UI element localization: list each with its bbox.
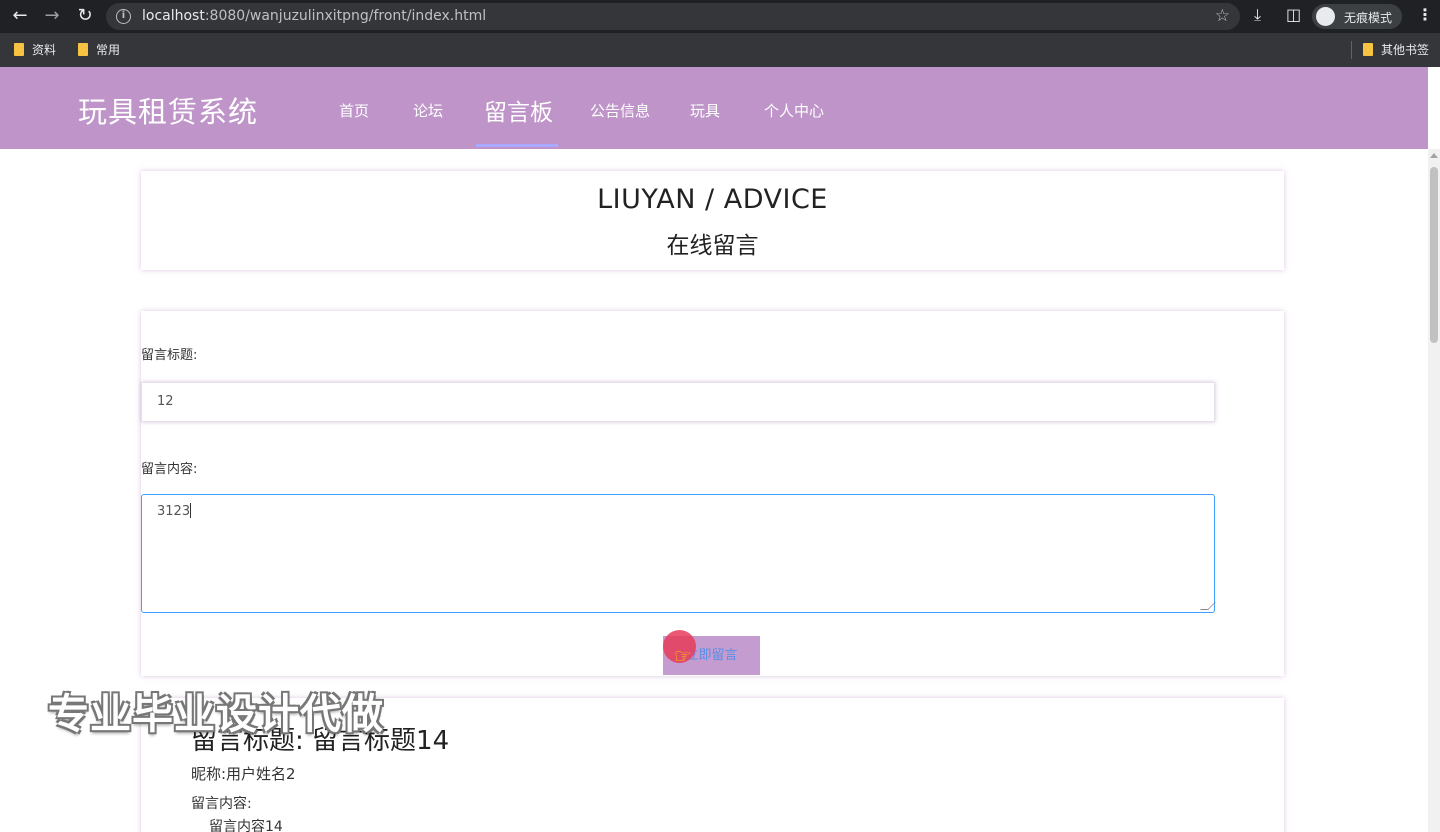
reload-icon[interactable]: ↻ bbox=[73, 4, 97, 28]
nav-home[interactable]: 首页 bbox=[339, 100, 369, 121]
incognito-label: 无痕模式 bbox=[1344, 11, 1393, 25]
nav-profile[interactable]: 个人中心 bbox=[764, 100, 824, 121]
bookmarks-bar: 资料 常用 其他书签 bbox=[0, 33, 1440, 67]
hand-cursor-icon: ☞ bbox=[674, 644, 692, 668]
scroll-thumb[interactable] bbox=[1430, 167, 1438, 343]
watermark-overlay: 专业毕业设计代做 bbox=[48, 690, 384, 738]
page-title-en: LIUYAN / ADVICE bbox=[597, 184, 828, 215]
site-header: 玩具租赁系统 首页 论坛 留言板 公告信息 玩具 个人中心 bbox=[0, 67, 1428, 149]
title-label: 留言标题: bbox=[141, 348, 198, 363]
folder-icon bbox=[78, 43, 88, 56]
incognito-icon bbox=[1316, 7, 1335, 26]
text-caret bbox=[190, 503, 192, 518]
site-logo[interactable]: 玩具租赁系统 bbox=[78, 89, 258, 131]
message-content-label: 留言内容: bbox=[191, 796, 252, 812]
bookmark-folder-2[interactable]: 常用 bbox=[78, 41, 120, 58]
message-nickname: 昵称:用户姓名2 bbox=[191, 765, 296, 783]
info-icon[interactable]: i bbox=[116, 9, 131, 24]
incognito-badge[interactable]: 无痕模式 bbox=[1312, 4, 1402, 29]
bookmark-folder-1[interactable]: 资料 bbox=[14, 41, 56, 58]
page-heading-card: LIUYAN / ADVICE 在线留言 bbox=[141, 171, 1284, 270]
page-scrollbar[interactable] bbox=[1428, 149, 1440, 832]
more-menu-icon[interactable]: ⋮ bbox=[1417, 5, 1433, 24]
nav-announcements[interactable]: 公告信息 bbox=[590, 100, 650, 121]
title-input[interactable]: 12 bbox=[141, 382, 1215, 422]
content-textarea[interactable]: 3123 bbox=[141, 494, 1216, 613]
folder-icon bbox=[1363, 43, 1373, 56]
download-icon[interactable]: ⤓ bbox=[1254, 5, 1261, 25]
bookmark-star-icon[interactable]: ☆ bbox=[1215, 6, 1230, 26]
resize-handle-icon[interactable] bbox=[1200, 602, 1216, 610]
forward-icon[interactable]: → bbox=[40, 4, 64, 28]
nav-toys[interactable]: 玩具 bbox=[690, 100, 720, 121]
content-label: 留言内容: bbox=[141, 462, 198, 477]
bookmark-separator bbox=[1351, 41, 1352, 59]
folder-icon bbox=[14, 43, 24, 56]
nav-forum[interactable]: 论坛 bbox=[413, 100, 443, 121]
page-title-cn: 在线留言 bbox=[666, 233, 759, 259]
message-form: 留言标题: 12 留言内容: 3123 立即留言 bbox=[141, 311, 1284, 676]
nav-message-board[interactable]: 留言板 bbox=[484, 93, 553, 127]
back-icon[interactable]: ← bbox=[8, 4, 32, 28]
other-bookmarks[interactable]: 其他书签 bbox=[1363, 41, 1429, 58]
address-bar[interactable]: i localhost:8080/wanjuzulinxitpng/front/… bbox=[106, 3, 1240, 30]
message-content: 留言内容14 bbox=[209, 819, 283, 832]
active-nav-indicator bbox=[476, 144, 558, 147]
browser-toolbar: ← → ↻ i localhost:8080/wanjuzulinxitpng/… bbox=[0, 0, 1440, 33]
side-panel-icon[interactable]: ◫ bbox=[1286, 5, 1301, 24]
scroll-up-icon[interactable] bbox=[1430, 153, 1438, 158]
url-text[interactable]: localhost:8080/wanjuzulinxitpng/front/in… bbox=[142, 8, 486, 24]
